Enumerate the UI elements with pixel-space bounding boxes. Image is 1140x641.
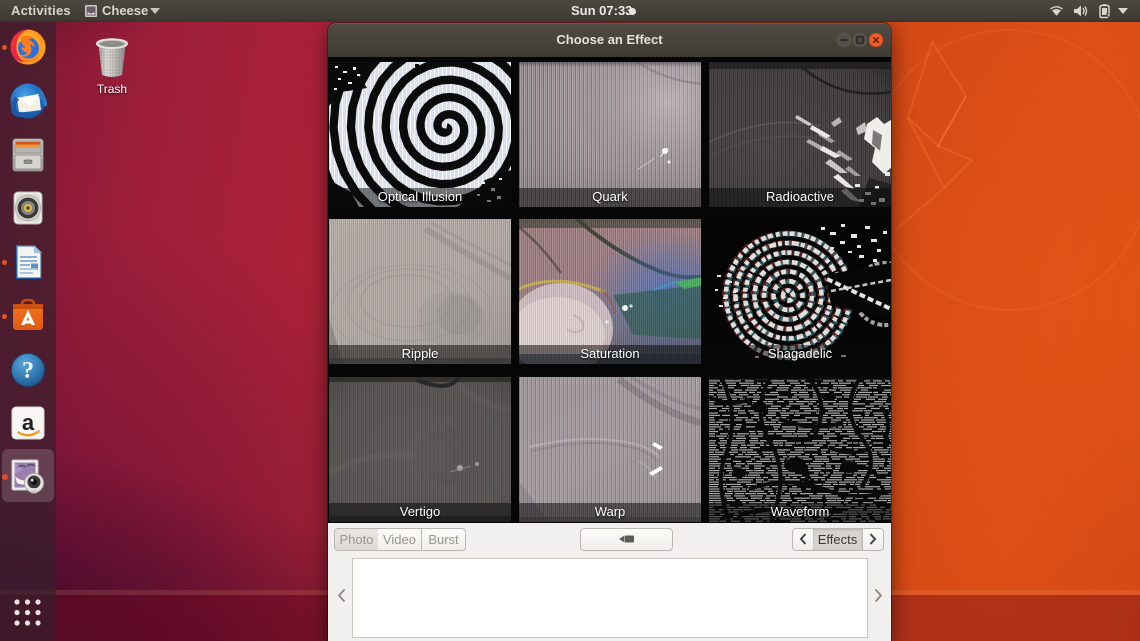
svg-text:?: ?	[22, 358, 34, 384]
svg-text:a: a	[22, 410, 35, 435]
